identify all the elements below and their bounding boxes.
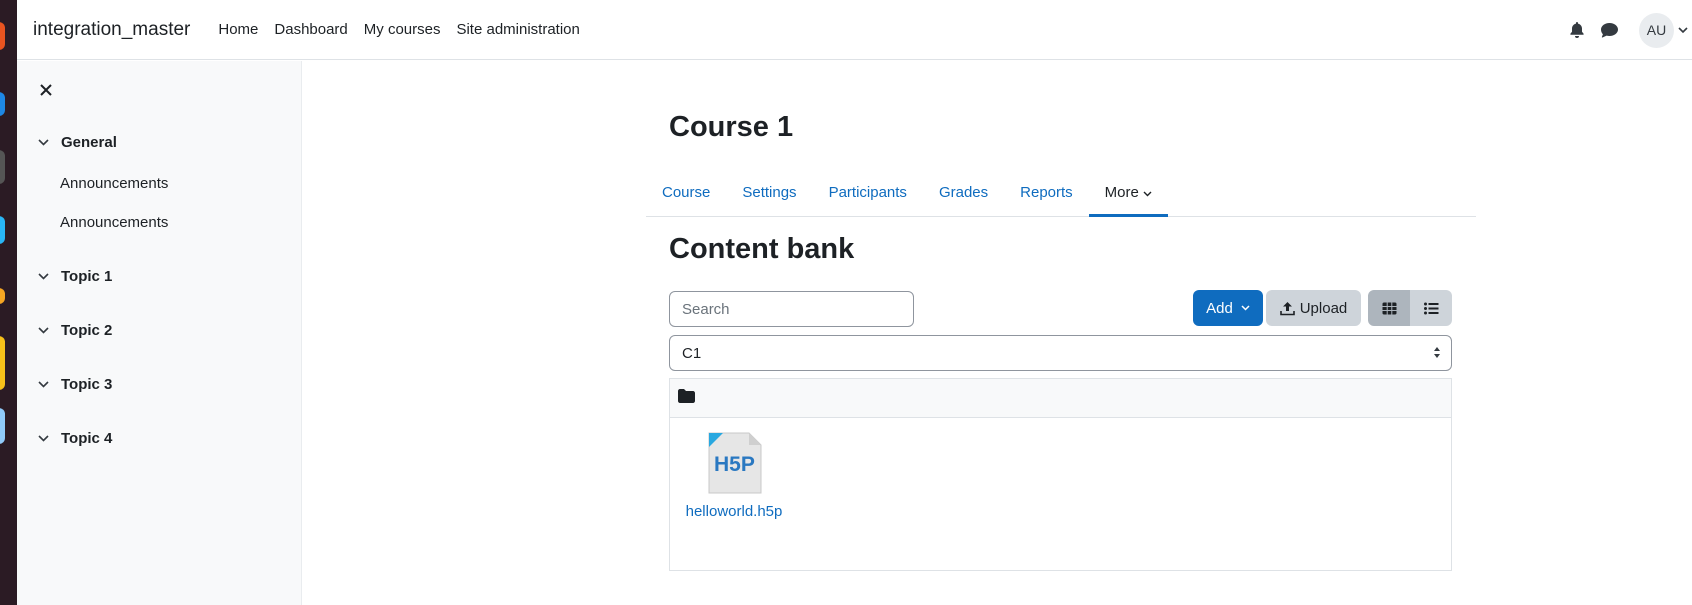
chevron-down-icon xyxy=(1241,305,1250,311)
file-name-link[interactable]: helloworld.h5p xyxy=(684,503,784,520)
section-topic-3[interactable]: Topic 3 xyxy=(35,376,112,393)
add-button[interactable]: Add xyxy=(1193,290,1263,326)
tab-settings[interactable]: Settings xyxy=(726,173,812,217)
course-title: Course 1 xyxy=(669,111,794,143)
section-topic-2[interactable]: Topic 2 xyxy=(35,322,112,339)
content-bank-panel: H5P helloworld.h5p xyxy=(669,378,1452,571)
chevron-down-icon[interactable] xyxy=(35,135,51,151)
section-label[interactable]: Topic 4 xyxy=(61,430,112,447)
upload-button-label: Upload xyxy=(1299,299,1348,317)
add-button-label: Add xyxy=(1206,299,1233,317)
course-index-drawer: General Announcements Announcements Topi… xyxy=(17,61,302,605)
tab-grades[interactable]: Grades xyxy=(923,173,1004,217)
chevron-down-icon xyxy=(1143,173,1152,213)
section-topic-1[interactable]: Topic 1 xyxy=(35,268,112,285)
dock-app-icon[interactable] xyxy=(0,288,5,304)
tab-more[interactable]: More xyxy=(1088,173,1168,217)
folder-icon[interactable] xyxy=(678,388,695,408)
chevron-down-icon[interactable] xyxy=(35,269,51,285)
view-toggle-group xyxy=(1368,290,1452,326)
tab-participants[interactable]: Participants xyxy=(813,173,923,217)
nav-link-dashboard[interactable]: Dashboard xyxy=(266,21,355,38)
course-secondary-nav: Course Settings Participants Grades Repo… xyxy=(646,173,1476,217)
dock-app-icon[interactable] xyxy=(0,92,5,116)
dock-app-icon[interactable] xyxy=(0,150,5,184)
list-view-icon[interactable] xyxy=(1410,290,1452,326)
chevron-down-icon[interactable] xyxy=(35,377,51,393)
site-brand[interactable]: integration_master xyxy=(33,19,190,41)
dock-app-icon[interactable] xyxy=(0,22,5,50)
upload-button[interactable]: Upload xyxy=(1266,290,1361,326)
activity-announcements[interactable]: Announcements xyxy=(60,214,168,231)
tab-reports[interactable]: Reports xyxy=(1004,173,1089,217)
section-label[interactable]: Topic 1 xyxy=(61,268,112,285)
upload-icon xyxy=(1279,301,1295,316)
tab-more-label: More xyxy=(1104,184,1139,201)
section-label[interactable]: Topic 2 xyxy=(61,322,112,339)
grid-view-icon[interactable] xyxy=(1368,290,1410,326)
close-icon[interactable] xyxy=(35,79,57,101)
context-select[interactable]: C1 xyxy=(669,335,1452,371)
section-topic-4[interactable]: Topic 4 xyxy=(35,430,112,447)
select-arrows-icon xyxy=(1433,346,1441,363)
search-input[interactable] xyxy=(669,291,914,327)
activity-announcements[interactable]: Announcements xyxy=(60,175,168,192)
dock-app-icon[interactable] xyxy=(0,408,5,444)
dock-app-icon[interactable] xyxy=(0,216,5,244)
h5p-file-icon[interactable]: H5P xyxy=(705,431,763,495)
section-general[interactable]: General xyxy=(35,134,117,151)
top-navbar: integration_master Home Dashboard My cou… xyxy=(17,0,1692,60)
content-item[interactable]: H5P helloworld.h5p xyxy=(684,431,784,520)
chat-icon[interactable] xyxy=(1593,14,1625,46)
chevron-down-icon[interactable] xyxy=(1674,26,1692,34)
os-dock xyxy=(0,0,17,605)
context-select-value: C1 xyxy=(682,344,702,362)
navbar-user-area: AU xyxy=(1561,0,1692,60)
page-title: Content bank xyxy=(669,233,855,265)
dock-app-icon[interactable] xyxy=(0,336,5,390)
nav-link-my-courses[interactable]: My courses xyxy=(356,21,449,38)
svg-text:H5P: H5P xyxy=(714,453,755,476)
section-label[interactable]: General xyxy=(61,134,117,151)
nav-link-site-administration[interactable]: Site administration xyxy=(448,21,587,38)
content-bank-header xyxy=(670,379,1451,418)
chevron-down-icon[interactable] xyxy=(35,323,51,339)
avatar[interactable]: AU xyxy=(1639,12,1674,48)
chevron-down-icon[interactable] xyxy=(35,431,51,447)
primary-navigation: Home Dashboard My courses Site administr… xyxy=(210,21,588,38)
nav-link-home[interactable]: Home xyxy=(210,21,266,38)
tab-course[interactable]: Course xyxy=(646,173,726,217)
bell-icon[interactable] xyxy=(1561,14,1593,46)
section-label[interactable]: Topic 3 xyxy=(61,376,112,393)
